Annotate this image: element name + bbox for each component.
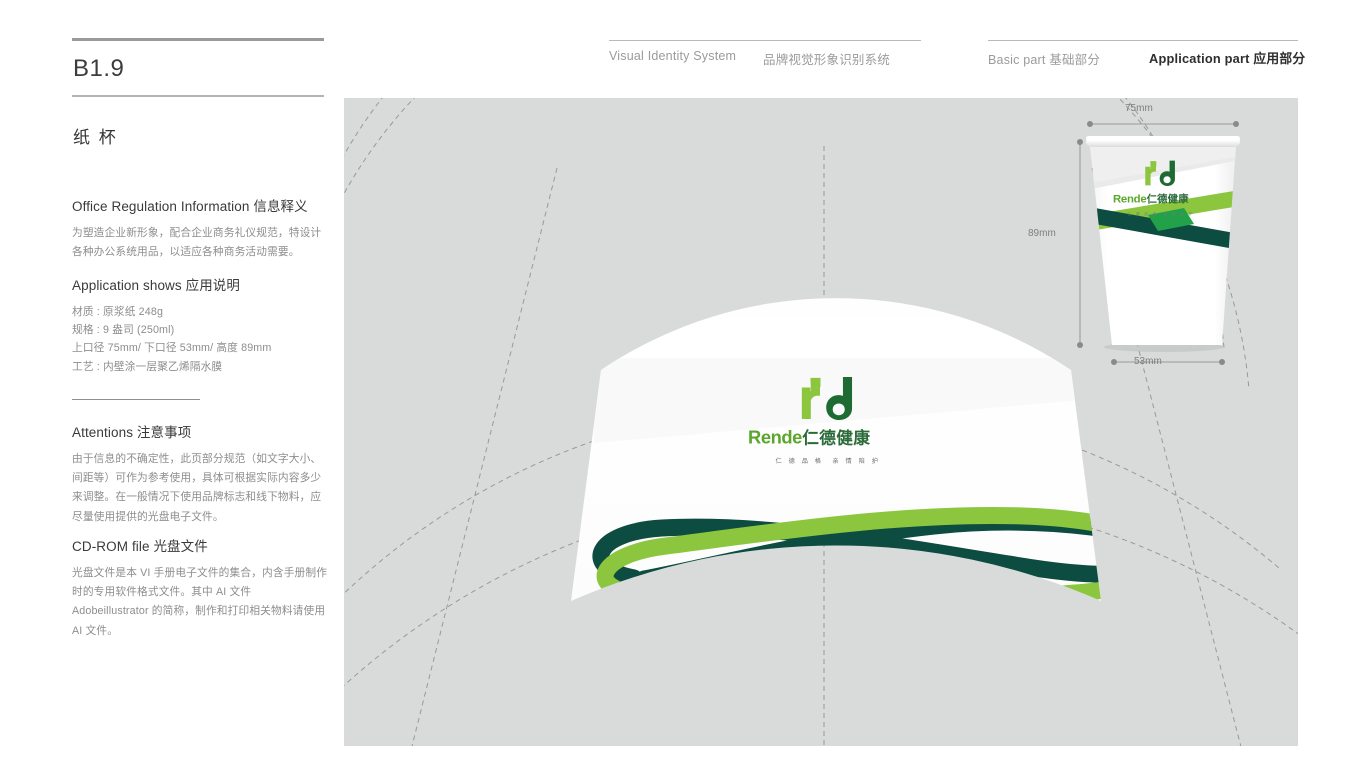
dimension-label-height: 89mm [1028, 228, 1056, 239]
cup-printed-logo: Rende 仁德健康 仁 德 品 格 亲 情 陪 护 [1113, 160, 1209, 217]
svg-text:Rende: Rende [1113, 193, 1146, 205]
section-body: 光盘文件是本 VI 手册电子文件的集合，内含手册制作时的专用软件格式文件。其中 … [72, 566, 328, 637]
section-heading: Attentions 注意事项 [72, 425, 192, 440]
header-rule-right [988, 40, 1298, 42]
section-office-regulation: Office Regulation Information 信息释义 为塑造企业… [72, 198, 330, 262]
section-heading: CD-ROM file 光盘文件 [72, 539, 208, 554]
brand-mark-icon [802, 376, 853, 420]
header-visual-identity-en: Visual Identity System [609, 49, 737, 63]
svg-text:Rende: Rende [748, 427, 802, 448]
cup-3d-mockup: Rende 仁德健康 仁 德 品 格 亲 情 陪 护 75mm 53mm 89m… [1024, 98, 1298, 388]
header-application-part[interactable]: Application part 应用部分 [1149, 48, 1305, 67]
header-basic-part[interactable]: Basic part 基础部分 [988, 49, 1100, 68]
dimension-label-top-diameter: 75mm [1125, 103, 1153, 114]
section-body: 由于信息的不确定性，此页部分规范（如文字大小、间距等）可作为参考使用，具体可根据… [72, 452, 322, 523]
section-cdrom-file: CD-ROM file 光盘文件 光盘文件是本 VI 手册电子文件的集合，内含手… [72, 538, 330, 641]
header-visual-identity-cn: 品牌视觉形象识别系统 [763, 53, 891, 67]
vi-manual-page: Visual Identity System 品牌视觉形象识别系统 Basic … [0, 0, 1366, 768]
cup-brand-wordmark: Rende 仁德健康 [1113, 192, 1190, 205]
section-application-shows: Application shows 应用说明 材质 : 原浆纸 248g 规格 … [72, 277, 330, 376]
sidebar-divider [72, 399, 200, 401]
section-spec-list: 材质 : 原浆纸 248g 规格 : 9 盎司 (250ml) 上口径 75mm… [72, 303, 330, 377]
dimension-label-bottom-diameter: 53mm [1134, 356, 1162, 367]
cup-brand-mark-icon [1145, 160, 1176, 186]
section-body: 为塑造企业新形象，配合企业商务礼仪规范，特设计各种办公系统用品，以适应各种商务活… [72, 226, 322, 259]
svg-text:仁德健康: 仁德健康 [1147, 192, 1190, 205]
cup-drawing [1077, 121, 1240, 365]
section-heading: Application shows 应用说明 [72, 278, 241, 293]
brand-tagline: 仁 德 品 格 亲 情 陪 护 [775, 457, 881, 465]
spec-line: 上口径 75mm/ 下口径 53mm/ 高度 89mm [72, 342, 272, 355]
artwork-panel: Rende 仁德健康 仁 德 品 格 亲 情 陪 护 Rende 仁德健康 仁 … [344, 98, 1298, 746]
brand-wordmark: Rende 仁德健康 [748, 427, 870, 448]
section-attentions: Attentions 注意事项 由于信息的不确定性，此页部分规范（如文字大小、间… [72, 424, 330, 527]
header-rule-left [609, 40, 921, 42]
section-heading: Office Regulation Information 信息释义 [72, 199, 308, 214]
sidebar: B1.9 纸 杯 [72, 38, 328, 148]
spec-line: 工艺 : 内壁涂一层聚乙烯隔水膜 [72, 360, 223, 373]
spec-line: 规格 : 9 盎司 (250ml) [72, 323, 175, 336]
brand-logo-lockup: Rende 仁德健康 仁 德 品 格 亲 情 陪 护 [748, 376, 908, 465]
page-title: 纸 杯 [73, 127, 118, 147]
page-code: B1.9 [73, 55, 125, 82]
cup-brand-tagline: 仁 德 品 格 亲 情 陪 护 [1127, 211, 1195, 216]
spec-line: 材质 : 原浆纸 248g [72, 305, 164, 318]
svg-text:仁德健康: 仁德健康 [802, 428, 870, 448]
